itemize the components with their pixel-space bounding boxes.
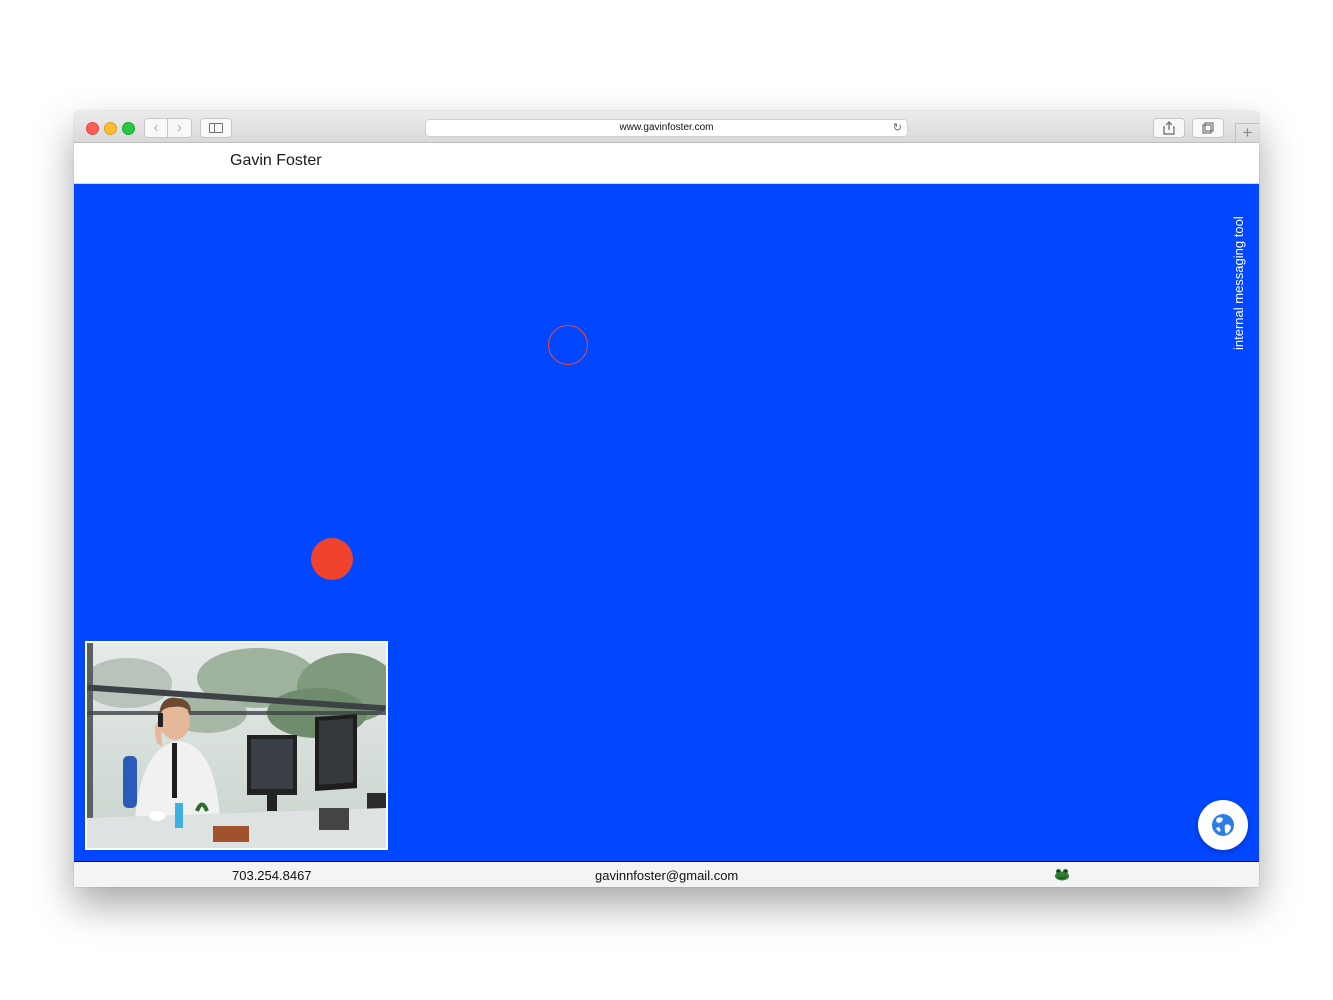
browser-toolbar: ‹ › www.gavinfoster.com ↻ +: [74, 111, 1259, 143]
browser-window: ‹ › www.gavinfoster.com ↻ + Gavin Foster…: [74, 111, 1259, 887]
filled-circle[interactable]: [311, 538, 353, 580]
share-icon: [1163, 121, 1175, 135]
site-footer: 703.254.8467 gavinnfoster@gmail.com: [74, 861, 1259, 887]
reload-icon[interactable]: ↻: [893, 120, 902, 136]
sidebar-icon: [209, 123, 223, 133]
internal-messaging-tab[interactable]: internal messaging tool: [1219, 200, 1259, 350]
internal-messaging-label: internal messaging tool: [1231, 216, 1246, 350]
address-bar[interactable]: www.gavinfoster.com ↻: [425, 119, 908, 137]
main-stage[interactable]: internal messaging tool: [74, 184, 1259, 861]
office-photo: [85, 641, 388, 850]
back-button[interactable]: ‹: [144, 118, 168, 138]
email-address[interactable]: gavinnfoster@gmail.com: [595, 868, 738, 883]
share-button[interactable]: [1153, 118, 1185, 138]
minimize-window-button[interactable]: [104, 122, 117, 135]
close-window-button[interactable]: [86, 122, 99, 135]
phone-number[interactable]: 703.254.8467: [232, 868, 312, 883]
site-title[interactable]: Gavin Foster: [230, 152, 322, 170]
chevron-left-icon: ‹: [153, 119, 159, 136]
forward-button[interactable]: ›: [168, 118, 192, 138]
site-header: Gavin Foster: [74, 143, 1259, 184]
outline-circle[interactable]: [548, 325, 588, 365]
globe-icon: [1212, 814, 1234, 836]
url-text: www.gavinfoster.com: [619, 122, 714, 133]
man-on-phone-image: [87, 643, 386, 848]
tabs-icon: [1202, 122, 1214, 134]
plus-icon: +: [1242, 123, 1253, 142]
chevron-right-icon: ›: [177, 119, 182, 136]
show-tabs-button[interactable]: [1192, 118, 1224, 138]
globe-chat-button[interactable]: [1198, 800, 1248, 850]
new-tab-button[interactable]: +: [1235, 123, 1259, 143]
frog-icon[interactable]: [1054, 867, 1070, 881]
sidebar-toggle-button[interactable]: [200, 118, 232, 138]
zoom-window-button[interactable]: [122, 122, 135, 135]
